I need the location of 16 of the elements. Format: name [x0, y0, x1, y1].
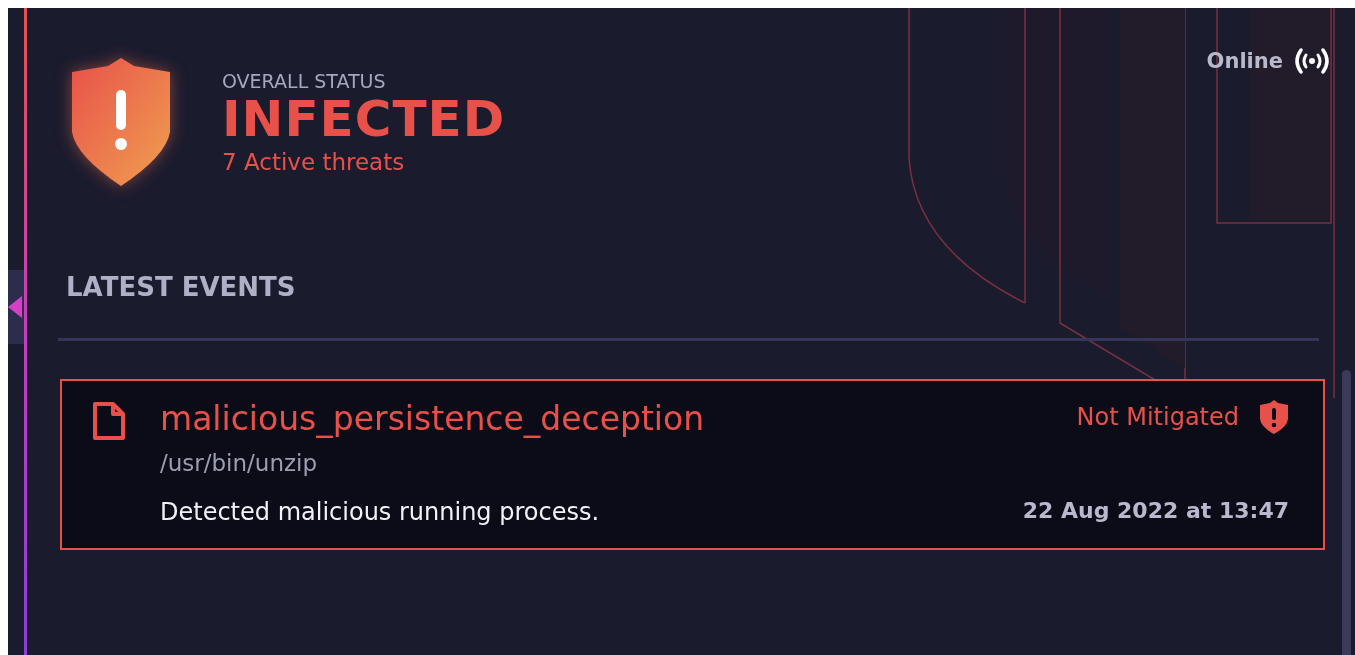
document-icon	[92, 401, 126, 441]
collapse-tab[interactable]	[8, 270, 24, 344]
shield-alert-icon	[1259, 399, 1289, 435]
section-heading: LATEST EVENTS	[66, 272, 297, 302]
triangle-icon	[8, 296, 22, 318]
threat-count: 7 Active threats	[222, 149, 406, 175]
scrollbar[interactable]	[1342, 370, 1351, 655]
status-label: OVERALL STATUS	[222, 70, 387, 92]
status-value: INFECTED	[222, 92, 506, 147]
mitigation-status: Not Mitigated	[1076, 403, 1239, 431]
connection-status: Online	[1206, 49, 1283, 73]
event-time: 22 Aug 2022 at 13:47	[1022, 498, 1289, 525]
file-path: /usr/bin/unzip	[160, 450, 319, 476]
event-description: Detected malicious running process.	[160, 498, 600, 526]
event-name: malicious_persistence_deception	[160, 399, 706, 438]
event-card[interactable]: malicious_persistence_deception /usr/bin/unzip Not Mitigated Detected malicious running process. 22 Aug 2022 at 13:47	[60, 379, 1325, 550]
